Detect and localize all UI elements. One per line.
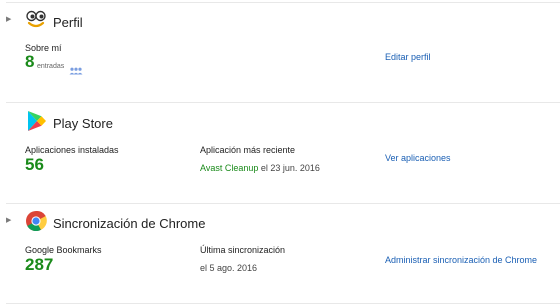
last-sync-value: el 5 ago. 2016 — [200, 263, 258, 273]
section-title: Sincronización de Chrome — [53, 216, 206, 231]
installed-apps-count: 56 — [25, 155, 44, 174]
recent-app-name: Avast Cleanup — [200, 163, 259, 173]
expand-arrow-icon[interactable]: ▶ — [6, 16, 11, 24]
edit-profile-link[interactable]: Editar perfil — [385, 52, 431, 62]
last-sync-label: Última sincronización — [200, 245, 286, 255]
recent-app-label: Aplicación más reciente — [200, 145, 296, 155]
section-title: Play Store — [53, 116, 113, 131]
bookmarks-count: 287 — [25, 255, 54, 274]
profile-face-icon — [25, 8, 47, 30]
divider — [6, 303, 560, 304]
section-title: Perfil — [53, 15, 83, 30]
installed-apps-label: Aplicaciones instaladas — [25, 145, 119, 155]
recent-app-detail: Avast Cleanup el 23 jun. 2016 — [200, 163, 320, 173]
view-apps-link[interactable]: Ver aplicaciones — [385, 153, 451, 163]
manage-sync-link[interactable]: Administrar sincronización de Chrome — [385, 255, 537, 265]
people-icon — [69, 62, 83, 75]
entries-label: entradas — [37, 63, 65, 70]
profile-section: ▶ Perfil Sobre mí 8 entradas Editar perf… — [0, 0, 560, 102]
play-store-section: Play Store Aplicaciones instaladas 56 Ap… — [0, 102, 560, 202]
expand-arrow-icon[interactable]: ▶ — [6, 217, 11, 225]
entries-count: 8 — [25, 52, 35, 71]
chrome-sync-section: ▶ Sincronización de Chrome Google Bookma… — [0, 203, 560, 303]
play-store-icon — [25, 110, 47, 132]
recent-app-date: el 23 jun. 2016 — [260, 163, 320, 173]
bookmarks-label: Google Bookmarks — [25, 245, 102, 255]
chrome-icon — [25, 210, 47, 232]
